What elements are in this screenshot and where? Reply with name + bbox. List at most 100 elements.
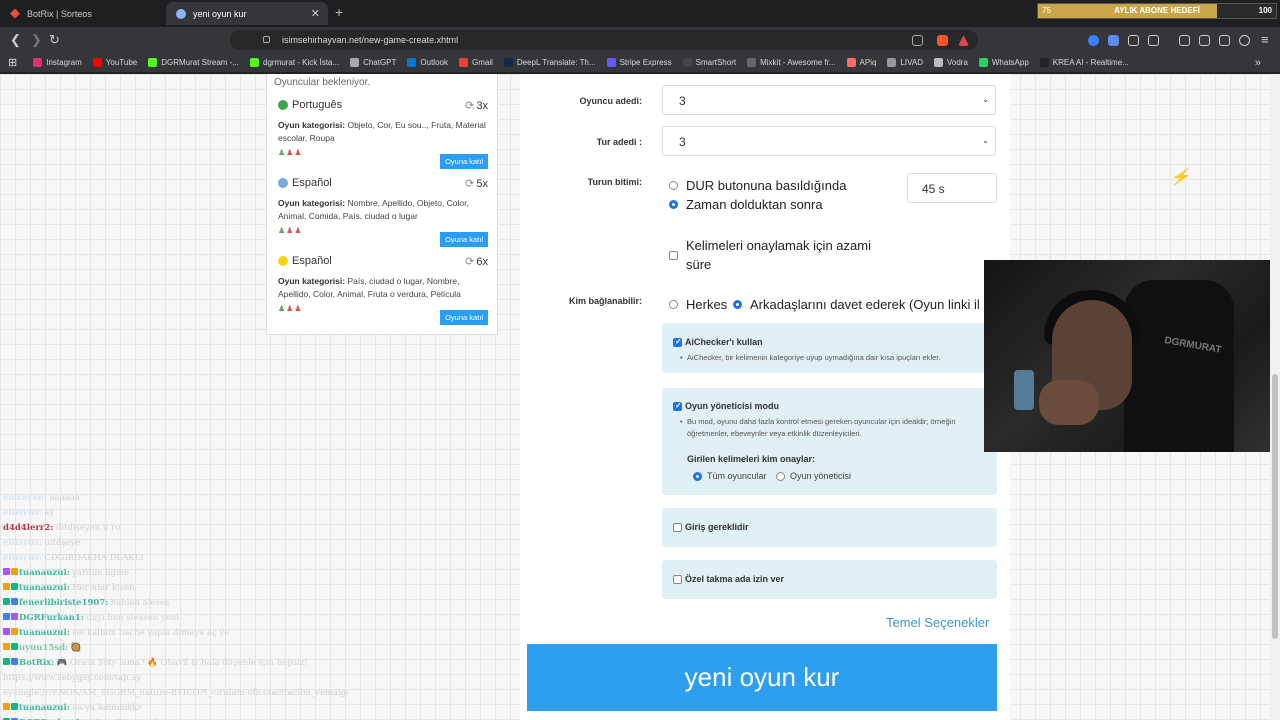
radio-button[interactable] <box>776 471 785 481</box>
tab-bar: BotRix | Sorteos yeni oyun kur ✕ + 75 AY… <box>0 0 1280 27</box>
radio-button-selected[interactable] <box>733 300 742 309</box>
game-categories: Oyun kategorisi: Objeto, Cor, Eu sou.., … <box>278 119 488 145</box>
join-game-button[interactable]: Oyuna katıl <box>440 310 488 325</box>
basic-options-link[interactable]: Temel Seçenekler <box>886 615 989 630</box>
chat-text: eyemgle://?ENOS/AM_SGGRM_nature-BTICO?t_… <box>3 688 348 698</box>
approve-admin-option[interactable]: Oyun yöneticisi <box>776 471 851 481</box>
radio-button[interactable] <box>669 300 678 309</box>
radio-button-selected[interactable] <box>693 471 702 481</box>
aichecker-toggle[interactable]: AiChecker'ı kullan <box>673 337 763 347</box>
game-language: Español <box>278 177 488 189</box>
approve-all-players-option[interactable]: Tüm oyuncular <box>693 471 767 481</box>
apps-icon[interactable]: ⊞ <box>8 56 17 69</box>
tab-botrix[interactable]: BotRix | Sorteos <box>0 2 165 25</box>
nickname-toggle[interactable]: Özel takma ada izin ver <box>673 574 784 584</box>
player-count-label: Oyuncu adedi: <box>579 96 642 106</box>
join-invite-option[interactable]: Arkadaşlarını davet ederek (Oyun linki i… <box>733 297 980 312</box>
checkbox[interactable] <box>673 522 682 532</box>
join-game-button[interactable]: Oyuna katıl <box>440 154 488 169</box>
chat-message: tuanauzui: aa-ya kdimbikkr <box>3 700 348 715</box>
join-game-button[interactable]: Oyuna katıl <box>440 232 488 247</box>
chat-badge-icon <box>3 583 10 590</box>
desk-lamp <box>1014 370 1034 410</box>
bookmark-item[interactable]: DGRMurat Stream -... <box>148 58 239 67</box>
extensions-icon[interactable] <box>1128 35 1139 46</box>
bookmark-item[interactable]: DeepL Translate: Th... <box>503 58 596 67</box>
bookmark-item[interactable]: Mixkit - Awesome fr... <box>747 58 836 67</box>
site-info-icon[interactable] <box>263 36 270 43</box>
category-label: Oyun kategorisi: <box>278 198 346 208</box>
tab-yeni-oyun-kur[interactable]: yeni oyun kur ✕ <box>166 2 328 25</box>
share-icon[interactable] <box>912 35 923 46</box>
new-tab-icon[interactable]: + <box>335 4 343 20</box>
checkbox[interactable] <box>669 250 678 260</box>
bookmark-item[interactable]: KREA AI - Realtime... <box>1039 58 1129 67</box>
round-time-input[interactable]: 45 s <box>907 173 997 203</box>
bookmark-item[interactable]: Gmail <box>458 58 493 67</box>
leo-icon[interactable] <box>1219 35 1230 46</box>
menu-icon[interactable]: ≡ <box>1261 32 1269 47</box>
round-end-stop-option[interactable]: DUR butonuna basıldığında <box>669 178 846 193</box>
address-bar[interactable]: isimsehirhayvan.net/new-game-create.xhtm… <box>230 30 978 50</box>
bookmark-item[interactable]: APiq <box>846 58 877 67</box>
more-bookmarks-icon[interactable]: » <box>1255 57 1261 69</box>
option-label: Zaman dolduktan sonra <box>686 197 823 212</box>
bookmark-item[interactable]: Instagram <box>33 58 82 67</box>
checkbox[interactable] <box>673 574 682 584</box>
chat-message: tuanauzui: sei kalbim bache yapla dimaya… <box>3 625 348 640</box>
chat-text: yardım ligme <box>72 568 130 578</box>
option-label: Tüm oyuncular <box>707 471 767 481</box>
bookmark-item[interactable]: Vodra <box>933 58 968 67</box>
moderator-mode-toggle[interactable]: Oyun yöneticisi modu <box>673 401 779 411</box>
scrollbar-thumb[interactable] <box>1272 374 1278 639</box>
round-count-select[interactable]: 3 ⌄ <box>662 126 996 156</box>
bookmark-label: Gmail <box>471 58 493 67</box>
checkbox-checked[interactable] <box>673 337 682 347</box>
close-icon[interactable]: ✕ <box>311 7 320 20</box>
chat-badge-icon <box>3 613 10 620</box>
aichecker-description: AiChecker, bir kelimenin kategoriye uyup… <box>680 352 987 364</box>
login-required-toggle[interactable]: Giriş gereklidir <box>673 522 749 532</box>
chat-username: ellisyus: <box>3 538 42 548</box>
rounds-icon: ⟳ <box>465 178 475 190</box>
round-end-time-option[interactable]: Zaman dolduktan sonra <box>669 197 823 212</box>
brave-shield-icon[interactable] <box>937 35 948 46</box>
create-game-button[interactable]: yeni oyun kur <box>527 644 997 711</box>
max-confirm-time-option[interactable]: Kelimeleri onaylamak için azami süre <box>669 236 884 274</box>
bookmark-label: APiq <box>859 58 877 67</box>
bookmark-item[interactable]: SmartShort <box>682 58 736 67</box>
bookmark-item[interactable]: dgrmurat - Kick İsta... <box>250 58 339 67</box>
radio-button[interactable] <box>669 181 678 190</box>
extension-icon[interactable] <box>1148 35 1159 46</box>
option-label: Kelimeleri onaylamak için azami süre <box>686 238 871 272</box>
radio-button-selected[interactable] <box>669 200 678 209</box>
extension-icon[interactable] <box>1088 35 1099 46</box>
bookmark-item[interactable]: Outlook <box>407 58 448 67</box>
bookmark-favicon-icon <box>458 58 468 67</box>
player-count-select[interactable]: 3 ⌄ <box>662 85 996 115</box>
bookmark-item[interactable]: LIVAD <box>887 58 923 67</box>
chat-badge-icon <box>11 643 18 650</box>
game-language: Português <box>278 99 488 111</box>
checkbox-checked[interactable] <box>673 401 682 411</box>
forward-icon[interactable]: ❯ <box>31 32 42 48</box>
wallet-icon[interactable] <box>1199 35 1210 46</box>
waiting-text: Oyuncular bekleniyor. <box>274 77 371 88</box>
bookmark-item[interactable]: Stripe Express <box>606 58 672 67</box>
page-scrollbar[interactable] <box>1270 74 1280 720</box>
join-everyone-option[interactable]: Herkes <box>669 297 727 312</box>
vpn-icon[interactable] <box>1239 35 1250 46</box>
bookmark-item[interactable]: WhatsApp <box>978 58 1029 67</box>
reload-icon[interactable]: ↻ <box>49 32 60 48</box>
chat-badge-icon <box>11 613 18 620</box>
sidebar-icon[interactable] <box>1179 35 1190 46</box>
bookmark-item[interactable]: ChatGPT <box>350 58 396 67</box>
game-card: Español ⟳ 6x Oyun kategorisi: País, ciudad … <box>278 255 488 325</box>
round-count-value: 3 <box>679 135 686 149</box>
category-label: Oyun kategorisi: <box>278 120 346 130</box>
extension-icon[interactable] <box>1108 35 1119 46</box>
streamer-hand <box>1039 380 1099 425</box>
bookmark-favicon-icon <box>747 58 757 67</box>
back-icon[interactable]: ❮ <box>10 32 21 48</box>
bookmark-item[interactable]: YouTube <box>92 58 137 67</box>
